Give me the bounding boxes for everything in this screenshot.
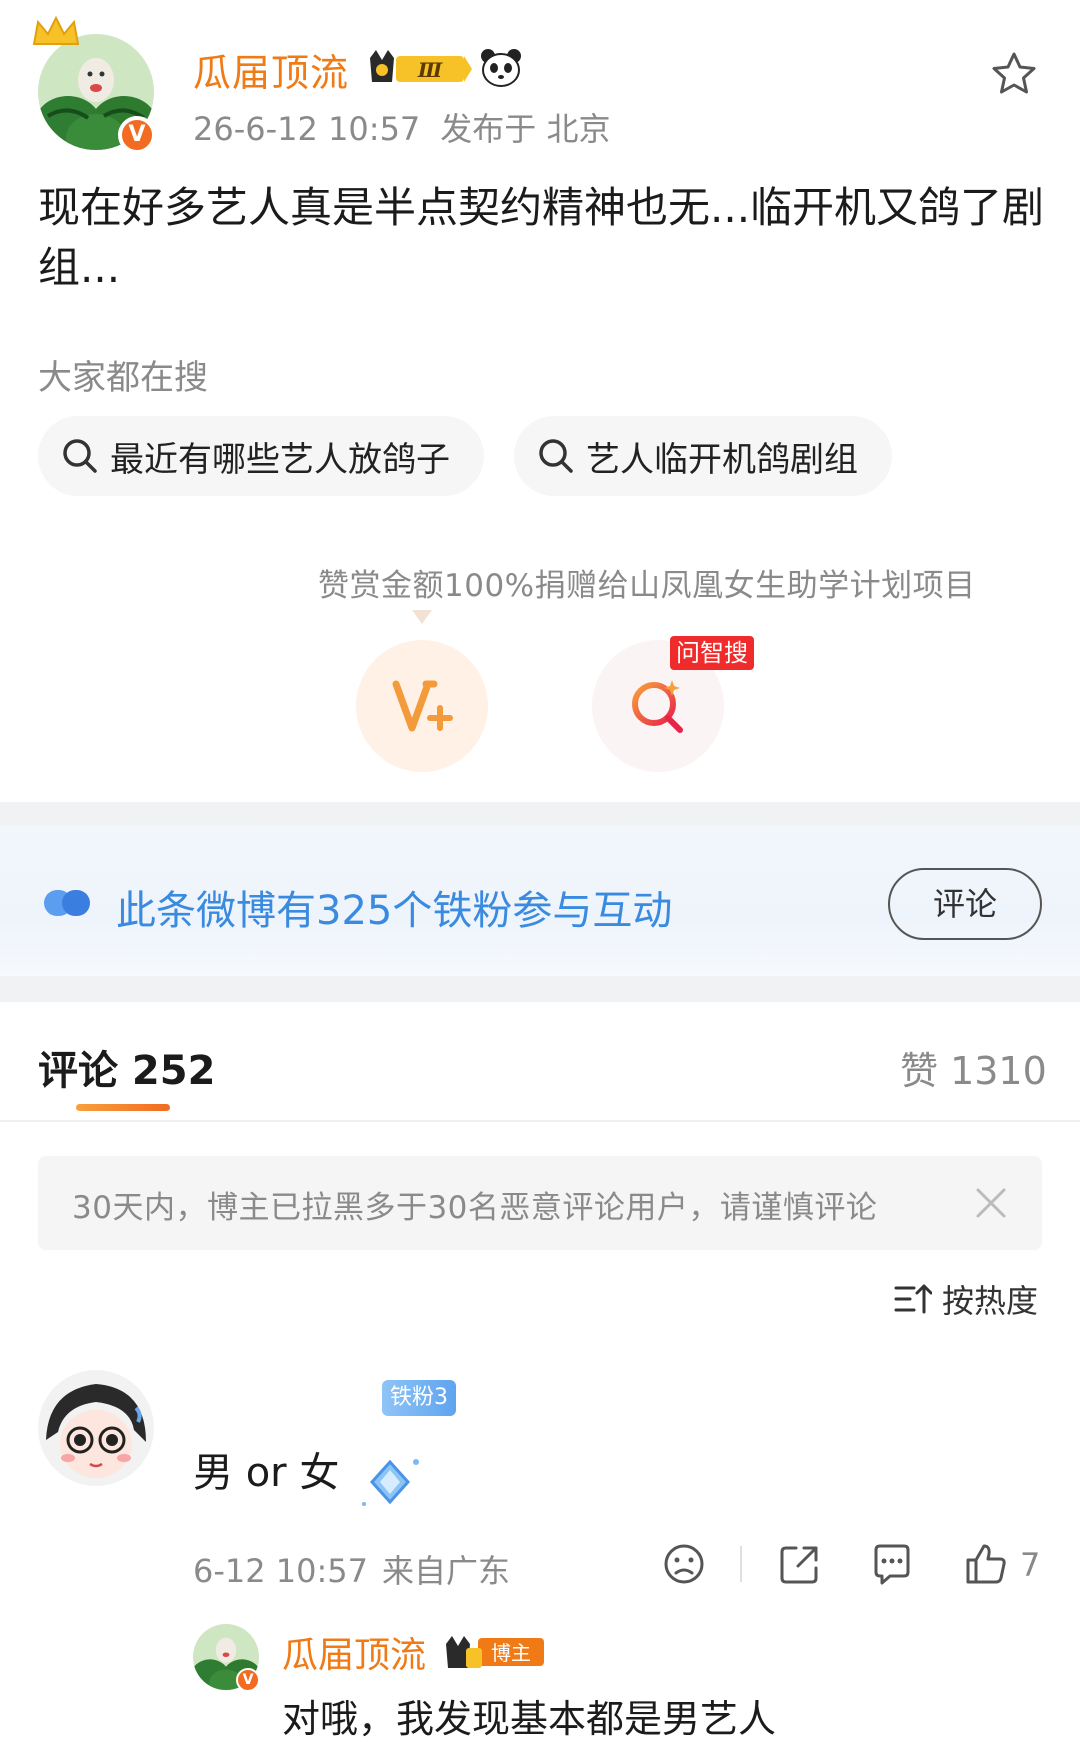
comment-button[interactable]: 评论 <box>888 868 1042 940</box>
search-chip-label: 艺人临开机鸽剧组 <box>586 439 858 480</box>
reward-description: 赞赏金额100%捐赠给山凤凰女生助学计划项目 <box>318 568 976 604</box>
tab-comments[interactable]: 评论 252 <box>38 1038 215 1096</box>
reward-pointer-icon <box>412 610 432 626</box>
wenzhisou-tag: 问智搜 <box>670 636 754 670</box>
fans-interaction-text[interactable]: 此条微博有325个铁粉参与互动 <box>116 878 672 936</box>
iron-fan-badge: 铁粉3 <box>382 1380 456 1416</box>
share-icon[interactable] <box>778 1542 822 1586</box>
sort-icon[interactable] <box>894 1282 933 1316</box>
v-plus-icon <box>392 680 453 732</box>
search-icon <box>539 439 573 473</box>
blogger-badge-icon: 博主 <box>444 1632 546 1672</box>
comment-time: 6-12 10:57 <box>193 1552 369 1590</box>
verified-icon: V <box>236 1668 260 1692</box>
panda-icon <box>480 48 522 88</box>
comment-like-count: 7 <box>1020 1546 1041 1584</box>
fans-icon <box>42 886 92 920</box>
favorite-star-icon[interactable] <box>990 50 1038 98</box>
diamond-icon <box>350 1450 430 1514</box>
search-chip-label: 最近有哪些艺人放鸽子 <box>110 439 450 480</box>
section-divider <box>0 802 1080 826</box>
verified-icon: V <box>118 116 156 154</box>
comment-meta: 6-12 10:57 来自广东 <box>193 1546 524 1592</box>
blogger-badge-text: 博主 <box>491 1641 531 1665</box>
action-separator <box>740 1546 742 1582</box>
search-chip[interactable]: 最近有哪些艺人放鸽子 <box>38 416 484 496</box>
ai-search-icon <box>632 680 683 733</box>
close-icon[interactable] <box>972 1184 1010 1222</box>
trending-search-label: 大家都在搜 <box>38 358 208 398</box>
crown-icon <box>30 14 82 50</box>
sort-by-hot[interactable]: 按热度 <box>942 1276 1038 1322</box>
reward-button[interactable] <box>356 640 488 772</box>
level-badge-text: Ⅲ <box>417 58 443 82</box>
author-name[interactable]: 瓜届顶流 <box>193 42 349 97</box>
reply-comment-icon[interactable] <box>870 1542 914 1586</box>
thumbs-up-icon[interactable] <box>964 1542 1008 1586</box>
search-chip[interactable]: 艺人临开机鸽剧组 <box>514 416 892 496</box>
post-meta: 26-6-12 10:57 发布于 北京 <box>193 104 630 150</box>
comment-location: 来自广东 <box>382 1552 511 1590</box>
divider <box>0 1120 1080 1122</box>
comment-text: 男 or 女 <box>193 1450 340 1496</box>
moderation-notice-text: 30天内，博主已拉黑多于30名恶意评论用户，请谨慎评论 <box>72 1190 878 1226</box>
post-content: 现在好多艺人真是半点契约精神也无...临开机又鸽了剧组... <box>38 183 1045 292</box>
post-time: 26-6-12 10:57 <box>193 110 421 148</box>
commenter-avatar[interactable] <box>38 1370 154 1486</box>
post-location: 发布于 北京 <box>440 110 611 148</box>
section-divider <box>0 976 1080 1002</box>
dislike-face-icon[interactable] <box>662 1542 706 1586</box>
tab-likes[interactable]: 赞 1310 <box>900 1040 1047 1095</box>
reply-text: 对哦，我发现基本都是男艺人 <box>282 1697 777 1741</box>
reply-author-name[interactable]: 瓜届顶流 <box>282 1626 426 1678</box>
level-badge-icon: Ⅲ <box>368 48 472 88</box>
search-icon <box>63 439 97 473</box>
tab-active-indicator <box>76 1104 170 1111</box>
